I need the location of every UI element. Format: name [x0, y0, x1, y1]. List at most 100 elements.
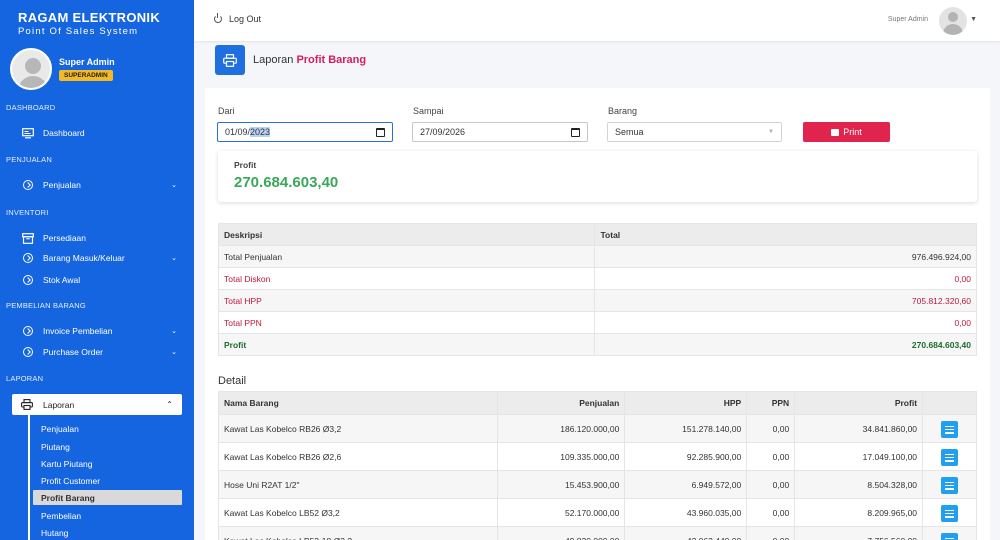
list-icon[interactable] — [941, 505, 959, 523]
sidebar-item-invoice-pembelian[interactable]: Invoice Pembelian ⌄ — [22, 323, 177, 339]
submenu-line — [28, 415, 30, 540]
chevron-down-icon[interactable]: ▼ — [970, 16, 977, 23]
column-header: Profit — [794, 391, 924, 415]
topbar: Log Out Super Admin ▼ — [194, 0, 1000, 41]
cell-penjualan: 109.335.000,00 — [497, 442, 626, 471]
cell-nama-barang: Kawat Las Kobelco RB26 Ø2,6 — [217, 442, 499, 471]
chevron-circle-icon — [22, 179, 34, 191]
chevron-circle-icon — [22, 346, 34, 358]
cell-action — [922, 442, 977, 471]
sidebar-item-purchase-order[interactable]: Purchase Order ⌄ — [22, 344, 177, 360]
cell-profit: 8.209.965,00 — [794, 498, 924, 527]
cell-profit: 8.504.328,00 — [794, 470, 924, 499]
submenu-laporan-profit-barang[interactable]: Profit Barang — [33, 490, 182, 505]
topbar-avatar[interactable] — [939, 7, 967, 35]
barang-select-value: Semua — [615, 127, 644, 137]
calendar-icon[interactable] — [376, 127, 385, 137]
submenu-laporan-hutang[interactable]: Hutang — [33, 525, 182, 540]
submenu-laporan-piutang[interactable]: Piutang — [33, 439, 182, 454]
cell-hpp: 42.063.440,00 — [624, 526, 748, 540]
dari-date-input[interactable]: 01/09/2023 — [217, 122, 393, 142]
user-name: Super Admin — [59, 57, 115, 67]
archive-icon — [22, 232, 34, 244]
section-dashboard: DASHBOARD — [6, 103, 56, 112]
table-row: Kawat Las Kobelco RB26 Ø3,2 186.120.000,… — [217, 414, 977, 443]
chevron-down-icon: ⌄ — [171, 255, 177, 262]
sidebar-item-label: Barang Masuk/Keluar — [43, 253, 125, 263]
user-panel: Super Admin SUPERADMIN — [10, 48, 184, 94]
list-icon[interactable] — [941, 477, 959, 495]
cell-hpp: 6.949.572,00 — [624, 470, 748, 499]
summary-desc: Profit — [217, 333, 596, 356]
submenu-laporan-pembelian[interactable]: Pembelian — [33, 508, 182, 523]
sidebar-item-laporan[interactable]: Laporan ⌃ — [12, 394, 182, 415]
column-header: HPP — [624, 391, 748, 415]
sidebar: RAGAM ELEKTRONIK Point Of Sales System S… — [0, 0, 194, 540]
cell-ppn: 0,00 — [746, 414, 796, 443]
calendar-icon[interactable] — [571, 127, 580, 137]
print-button-label: Print — [843, 127, 862, 137]
column-header: Nama Barang — [217, 391, 499, 415]
submenu-laporan-penjualan[interactable]: Penjualan — [33, 421, 182, 436]
print-button[interactable]: Print — [803, 122, 890, 142]
user-avatar — [10, 48, 52, 90]
table-row: Kawat Las Kobelco LB52 Ø3,2 52.170.000,0… — [217, 498, 977, 527]
cell-ppn: 0,00 — [746, 498, 796, 527]
sidebar-item-penjualan[interactable]: Penjualan ⌄ — [22, 177, 177, 193]
sidebar-item-label: Persediaan — [43, 233, 87, 243]
sidebar-item-barang-masuk-keluar[interactable]: Barang Masuk/Keluar ⌄ — [22, 250, 177, 266]
cell-penjualan: 49.820.000,00 — [497, 526, 626, 540]
summary-desc: Total HPP — [217, 289, 596, 312]
table-header-row: Deskripsi Total — [217, 223, 977, 246]
cell-ppn: 0,00 — [746, 442, 796, 471]
cell-profit: 34.841.860,00 — [794, 414, 924, 443]
table-row: Total HPP 705.812.320,60 — [217, 289, 977, 312]
cell-profit: 7.756.560,00 — [794, 526, 924, 540]
sidebar-item-stok-awal[interactable]: Stok Awal — [22, 272, 177, 288]
logout-label: Log Out — [229, 14, 262, 24]
page-title-highlight: Profit Barang — [296, 54, 367, 66]
sidebar-item-label: Purchase Order — [43, 347, 103, 357]
cell-profit: 17.049.100,00 — [794, 442, 924, 471]
sidebar-item-persediaan[interactable]: Persediaan — [22, 230, 177, 246]
dari-date-value: 01/09/2023 — [225, 127, 271, 137]
cell-nama-barang: Kawat Las Kobelco LB52 Ø3,2 — [217, 498, 499, 527]
barang-select[interactable]: Semua ▼ — [607, 122, 782, 142]
caret-down-icon: ▼ — [768, 129, 774, 135]
logout-button[interactable]: Log Out — [214, 13, 262, 24]
summary-desc: Total PPN — [217, 311, 596, 334]
cell-penjualan: 52.170.000,00 — [497, 498, 626, 527]
chevron-circle-icon — [22, 252, 34, 264]
list-icon[interactable] — [941, 449, 959, 467]
table-header-row: Nama Barang Penjualan HPP PPN Profit — [217, 391, 977, 415]
cell-action — [922, 526, 977, 540]
printer-icon — [215, 45, 245, 75]
chevron-down-icon: ⌄ — [171, 182, 177, 189]
dari-label: Dari — [218, 106, 235, 116]
sidebar-item-label: Dashboard — [43, 128, 85, 138]
cell-penjualan: 186.120.000,00 — [497, 414, 626, 443]
cell-ppn: 0,00 — [746, 526, 796, 540]
section-laporan: LAPORAN — [6, 374, 44, 383]
table-row: Kawat Las Kobelco LB52-18 Ø3,2 49.820.00… — [217, 526, 977, 540]
sampai-date-input[interactable]: 27/09/2026 — [412, 122, 588, 142]
detail-section-title: Detail — [218, 375, 247, 387]
list-icon[interactable] — [941, 421, 959, 439]
cell-nama-barang: Kawat Las Kobelco RB26 Ø3,2 — [217, 414, 499, 443]
cell-hpp: 151.278.140,00 — [624, 414, 748, 443]
printer-icon — [21, 398, 33, 411]
submenu-laporan-profit-customer[interactable]: Profit Customer — [33, 473, 182, 488]
profit-summary-card: Profit 270.684.603,40 — [218, 151, 977, 202]
summary-desc: Total Diskon — [217, 267, 596, 290]
cell-penjualan: 15.453.900,00 — [497, 470, 626, 499]
chevron-up-icon: ⌃ — [166, 400, 173, 409]
chevron-down-icon: ⌄ — [171, 349, 177, 356]
brand: RAGAM ELEKTRONIK Point Of Sales System — [0, 0, 194, 40]
topbar-user-name: Super Admin — [887, 16, 928, 23]
submenu-laporan-kartu-piutang[interactable]: Kartu Piutang — [33, 456, 182, 471]
sidebar-item-dashboard[interactable]: Dashboard — [22, 125, 177, 141]
summary-table: Deskripsi Total Total Penjualan 976.496.… — [217, 223, 977, 356]
list-icon[interactable] — [941, 533, 959, 540]
sidebar-item-label: Invoice Pembelian — [43, 326, 113, 336]
column-header: Penjualan — [497, 391, 626, 415]
